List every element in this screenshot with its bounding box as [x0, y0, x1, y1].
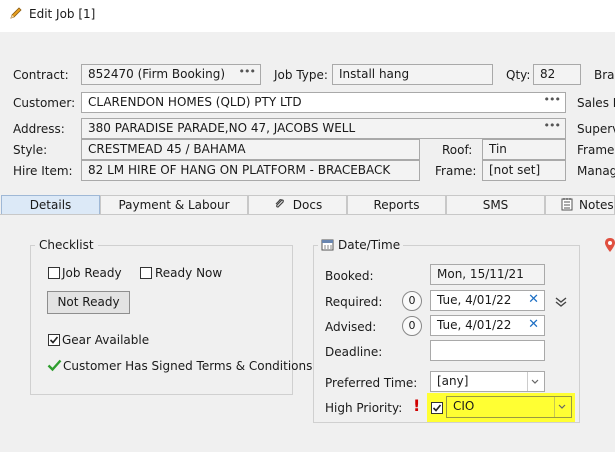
- tab-details[interactable]: Details: [1, 195, 100, 215]
- clear-required-icon[interactable]: ✕: [528, 292, 539, 307]
- ready-now-checkbox[interactable]: [140, 267, 152, 279]
- preferred-time-label: Preferred Time:: [325, 376, 418, 390]
- notepad-icon: [561, 198, 573, 211]
- customer-signed-label: Customer Has Signed Terms & Conditions: [63, 359, 313, 373]
- datetime-title: Date/Time: [338, 238, 401, 252]
- tab-docs[interactable]: Docs: [248, 195, 347, 215]
- checkmark-icon: [49, 336, 59, 344]
- high-priority-checkbox[interactable]: [431, 402, 443, 414]
- required-date-field[interactable]: Tue, 4/01/22 ✕: [430, 290, 545, 311]
- clear-advised-icon[interactable]: ✕: [528, 317, 539, 332]
- jobtype-field[interactable]: Install hang: [332, 64, 493, 85]
- datetime-title-wrap: Date/Time: [318, 238, 404, 252]
- required-value: Tue, 4/01/22: [437, 293, 512, 307]
- deadline-field[interactable]: [430, 340, 545, 361]
- tab-payment-label: Payment & Labour: [118, 198, 230, 212]
- window-title: Edit Job [1]: [29, 7, 96, 21]
- jobtype-label: Job Type:: [274, 68, 328, 82]
- address-label: Address:: [13, 122, 65, 136]
- supervisor-label: Supervi: [577, 122, 615, 136]
- style-field[interactable]: CRESTMEAD 45 / BAHAMA: [81, 139, 420, 160]
- preferred-time-select[interactable]: [any]: [430, 371, 545, 392]
- tab-reports-label: Reports: [373, 198, 420, 212]
- contract-lookup-icon[interactable]: •••: [239, 65, 256, 78]
- advised-date-field[interactable]: Tue, 4/01/22 ✕: [430, 315, 545, 336]
- gear-available-checkbox[interactable]: [48, 334, 60, 346]
- required-label: Required:: [325, 295, 383, 309]
- frame-label: Frame:: [435, 164, 477, 178]
- exclamation-icon: !: [413, 396, 421, 415]
- priority-select[interactable]: CIO: [446, 396, 572, 418]
- advised-value: Tue, 4/01/22: [437, 318, 512, 332]
- framer-label: Framer: [577, 143, 615, 157]
- deadline-label: Deadline:: [325, 345, 383, 359]
- customer-label: Customer:: [13, 96, 76, 110]
- pencil-icon: [10, 7, 22, 19]
- title-bar: Edit Job [1]: [0, 0, 615, 32]
- checklist-title: Checklist: [35, 238, 98, 252]
- tab-payment-labour[interactable]: Payment & Labour: [100, 195, 248, 215]
- not-ready-button[interactable]: Not Ready: [47, 291, 130, 314]
- customer-field[interactable]: CLARENDON HOMES (QLD) PTY LTD •••: [81, 92, 566, 113]
- customer-lookup-icon[interactable]: •••: [544, 93, 561, 106]
- required-offset-button[interactable]: 0: [402, 291, 422, 311]
- frame-field[interactable]: [not set]: [482, 160, 566, 181]
- map-pin-icon[interactable]: [605, 238, 615, 252]
- green-check-icon: [47, 359, 62, 372]
- booked-label: Booked:: [325, 269, 374, 283]
- booked-field[interactable]: Mon, 15/11/21: [430, 264, 545, 285]
- tab-sms[interactable]: SMS: [446, 195, 545, 215]
- style-value: CRESTMEAD 45 / BAHAMA: [88, 142, 246, 156]
- tab-notes[interactable]: Notes: [545, 195, 615, 215]
- address-lookup-icon[interactable]: •••: [544, 119, 561, 132]
- checkmark-icon: [432, 404, 442, 412]
- advised-offset-button[interactable]: 0: [402, 316, 422, 336]
- priority-value: CIO: [453, 399, 475, 413]
- contract-field[interactable]: 852470 (Firm Booking) •••: [81, 64, 261, 85]
- chevron-down-icon[interactable]: [554, 397, 570, 417]
- chevron-down-icon[interactable]: [527, 372, 543, 391]
- tab-reports[interactable]: Reports: [347, 195, 446, 215]
- manager-label: Manag: [577, 164, 615, 178]
- tab-sms-label: SMS: [482, 198, 509, 212]
- roof-label: Roof:: [442, 143, 473, 157]
- job-ready-checkbox[interactable]: [48, 267, 60, 279]
- contract-value: 852470 (Firm Booking): [88, 67, 225, 81]
- double-chevron-down-icon[interactable]: [555, 297, 567, 307]
- style-label: Style:: [13, 143, 48, 157]
- address-field[interactable]: 380 PARADISE PARADE,NO 47, JACOBS WELL •…: [81, 118, 566, 139]
- booked-value: Mon, 15/11/21: [437, 267, 524, 281]
- preferred-time-value: [any]: [437, 374, 469, 388]
- tab-strip: Details Payment & Labour Docs Reports SM…: [0, 195, 615, 215]
- qty-field[interactable]: 82: [533, 64, 581, 85]
- tab-notes-label: Notes: [579, 198, 614, 212]
- frame-value: [not set]: [489, 163, 541, 177]
- tab-details-label: Details: [29, 198, 72, 212]
- hireitem-label: Hire Item:: [13, 164, 73, 178]
- tab-docs-label: Docs: [292, 198, 323, 212]
- gear-available-label: Gear Available: [62, 333, 150, 347]
- roof-value: Tin: [489, 142, 507, 156]
- job-ready-label: Job Ready: [62, 266, 122, 280]
- customer-value: CLARENDON HOMES (QLD) PTY LTD: [88, 95, 302, 109]
- hireitem-value: 82 LM HIRE OF HANG ON PLATFORM - BRACEBA…: [88, 163, 391, 177]
- branch-label: Bran: [594, 68, 615, 82]
- jobtype-value: Install hang: [339, 67, 410, 81]
- qty-value: 82: [540, 67, 556, 81]
- advised-label: Advised:: [325, 320, 377, 334]
- address-value: 380 PARADISE PARADE,NO 47, JACOBS WELL: [88, 121, 356, 135]
- salesrep-label: Sales Re: [577, 96, 615, 110]
- roof-field[interactable]: Tin: [482, 139, 566, 160]
- ready-now-label: Ready Now: [155, 266, 223, 280]
- qty-label: Qty:: [506, 68, 531, 82]
- contract-label: Contract:: [13, 68, 69, 82]
- calendar-icon: [321, 239, 334, 251]
- high-priority-label: High Priority:: [325, 401, 403, 415]
- paperclip-icon: [275, 199, 284, 208]
- hireitem-field[interactable]: 82 LM HIRE OF HANG ON PLATFORM - BRACEBA…: [81, 160, 420, 181]
